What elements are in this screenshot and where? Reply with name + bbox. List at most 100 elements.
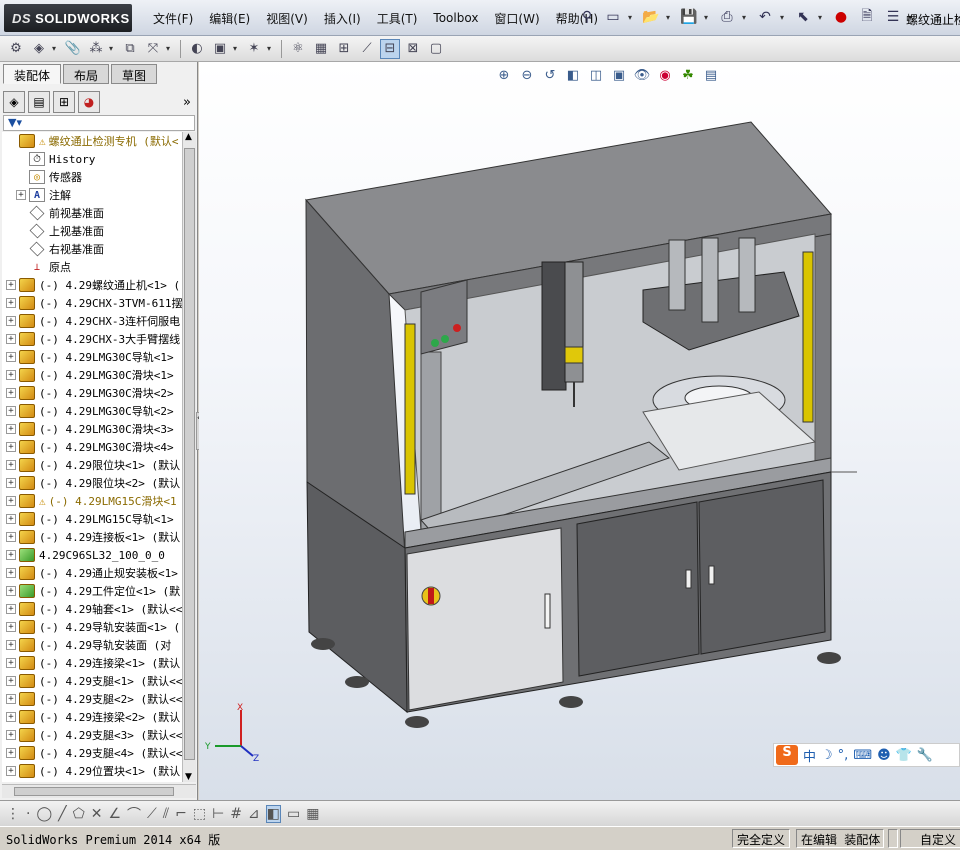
file-properties-icon[interactable]: 🗎	[856, 5, 878, 29]
tree-item[interactable]: 右视基准面	[2, 240, 182, 258]
expand-icon[interactable]: +	[6, 730, 16, 740]
sogou-logo-icon[interactable]: S	[776, 745, 798, 765]
bill-of-materials-icon[interactable]: ▦	[311, 39, 331, 59]
tree-item[interactable]: + (-) 4.29CHX-3TVM-611摆线	[2, 294, 182, 312]
insert-component-icon[interactable]: ◈	[29, 39, 49, 59]
tree-item[interactable]: + (-) 4.29导轨安装面 (对	[2, 636, 182, 654]
expand-icon[interactable]: +	[6, 568, 16, 578]
punctuation-icon[interactable]: °,	[838, 748, 849, 763]
options-icon[interactable]: ☰	[882, 5, 904, 29]
expand-icon[interactable]: +	[6, 622, 16, 632]
tab-layout[interactable]: 布局	[63, 64, 110, 84]
expand-icon[interactable]: +	[6, 334, 16, 344]
expand-icon[interactable]: +	[6, 748, 16, 758]
tree-item[interactable]: + (-) 4.29LMG30C滑块<1> (	[2, 366, 182, 384]
expand-icon[interactable]: +	[6, 316, 16, 326]
property-manager-icon[interactable]: ▤	[28, 91, 50, 113]
mate-icon[interactable]: 📎	[63, 39, 83, 59]
expand-icon[interactable]: +	[6, 496, 16, 506]
expand-icon[interactable]: +	[6, 532, 16, 542]
relation-icon[interactable]: ⊿	[248, 806, 260, 822]
tree-item[interactable]: + (-) 4.29限位块<2> (默认	[2, 474, 182, 492]
angle-icon[interactable]: ∠	[108, 806, 121, 822]
menu-window[interactable]: 窗口(W)	[486, 10, 547, 27]
expand-icon[interactable]: +	[6, 424, 16, 434]
tree-item[interactable]: + (-) 4.29连接梁<2> (默认	[2, 708, 182, 726]
display-manager-icon[interactable]: ◕	[78, 91, 100, 113]
assembly-features-icon[interactable]: ▣	[210, 39, 230, 59]
expand-icon[interactable]: +	[16, 190, 26, 200]
polygon-icon[interactable]: ⬠	[73, 806, 85, 822]
trim-icon[interactable]: ✕	[91, 806, 103, 822]
tree-item[interactable]: ◎ 传感器	[2, 168, 182, 186]
new-dropdown-icon[interactable]: ▾	[628, 13, 636, 22]
tree-item[interactable]: + (-) 4.29CHX-3大手臂摆线	[2, 330, 182, 348]
tree-item[interactable]: + A 注解	[2, 186, 182, 204]
edit-component-icon[interactable]: ⚙	[6, 39, 26, 59]
tree-item[interactable]: + (-) 4.29LMG15C导轨<1> (	[2, 510, 182, 528]
scroll-thumb[interactable]	[184, 148, 195, 760]
user-icon[interactable]: ☻	[877, 748, 891, 763]
menu-insert[interactable]: 插入(I)	[316, 10, 369, 27]
new-motion-study-icon[interactable]: ⚛	[288, 39, 308, 59]
fillet-icon[interactable]: ⌒	[127, 804, 141, 824]
open-dropdown-icon[interactable]: ▾	[666, 13, 674, 22]
select-dropdown-icon[interactable]: ▾	[818, 13, 826, 22]
tree-item[interactable]: + (-) 4.29支腿<1> (默认<<	[2, 672, 182, 690]
undo-dropdown-icon[interactable]: ▾	[780, 13, 788, 22]
window-grid-icon[interactable]: ▦	[306, 806, 319, 822]
explode-line-sketch-icon[interactable]: ⟋	[357, 39, 377, 59]
expand-icon[interactable]: +	[6, 388, 16, 398]
filter-icon[interactable]: ▼▾	[3, 115, 195, 131]
open-folder-icon[interactable]: 📂	[640, 5, 662, 29]
expand-icon[interactable]: +	[6, 478, 16, 488]
window-tile-icon[interactable]: ▭	[287, 806, 300, 822]
tree-item[interactable]: + (-) 4.29支腿<3> (默认<<	[2, 726, 182, 744]
tree-item[interactable]: ⏱ History	[2, 150, 182, 168]
insert-dropdown-icon[interactable]: ▾	[52, 44, 60, 53]
tree-item[interactable]: + (-) 4.29LMG30C滑块<3> (	[2, 420, 182, 438]
pin-icon[interactable]: ⚲	[576, 5, 598, 29]
keyboard-icon[interactable]: ⌨	[853, 748, 872, 763]
tree-item[interactable]: + (-) 4.29LMG30C导轨<1> (	[2, 348, 182, 366]
moon-icon[interactable]: ☽	[821, 748, 833, 763]
menu-toolbox[interactable]: Toolbox	[425, 11, 486, 25]
rebuild-traffic-light-icon[interactable]: ●	[830, 5, 852, 29]
shaded-view-icon[interactable]: ◧	[265, 804, 281, 823]
menu-file[interactable]: 文件(F)	[145, 10, 201, 27]
expand-icon[interactable]: +	[6, 712, 16, 722]
expand-icon[interactable]: +	[6, 658, 16, 668]
tree-item[interactable]: + (-) 4.29螺纹通止机<1> (	[2, 276, 182, 294]
grid-icon[interactable]: #	[230, 806, 242, 822]
move-component-icon[interactable]: ⤧	[143, 39, 163, 59]
new-document-icon[interactable]: ▭	[602, 5, 624, 29]
expand-icon[interactable]: +	[6, 550, 16, 560]
menu-view[interactable]: 视图(V)	[258, 10, 316, 27]
tree-item[interactable]: + (-) 4.29限位块<1> (默认	[2, 456, 182, 474]
undo-icon[interactable]: ↶	[754, 5, 776, 29]
more-tabs-icon[interactable]: »	[183, 95, 191, 110]
tree-item[interactable]: 上视基准面	[2, 222, 182, 240]
exploded-view-icon[interactable]: ⊞	[334, 39, 354, 59]
expand-icon[interactable]: +	[6, 406, 16, 416]
point-icon[interactable]: ·	[26, 806, 30, 822]
clearance-verification-icon[interactable]: ⊠	[403, 39, 423, 59]
expand-icon[interactable]: +	[6, 460, 16, 470]
tree-item[interactable]: + (-) 4.29位置块<1> (默认	[2, 762, 182, 780]
print-icon[interactable]: ⎙	[716, 5, 738, 29]
units-status[interactable]: 自定义	[900, 829, 960, 848]
linear-pattern-icon[interactable]: ⁂	[86, 39, 106, 59]
line-icon[interactable]: ╱	[58, 806, 66, 822]
menu-tools[interactable]: 工具(T)	[369, 10, 426, 27]
tree-item[interactable]: + (-) 4.29连接梁<1> (默认	[2, 654, 182, 672]
expand-icon[interactable]: +	[6, 676, 16, 686]
tree-item[interactable]: + (-) 4.29支腿<4> (默认<<	[2, 744, 182, 762]
hscroll-thumb[interactable]	[14, 787, 174, 796]
tree-item[interactable]: ⚠ 螺纹通止检测专机 (默认<	[2, 132, 182, 150]
tree-item[interactable]: + (-) 4.29工件定位<1> (默	[2, 582, 182, 600]
tree-item[interactable]: + (-) 4.29轴套<1> (默认<<	[2, 600, 182, 618]
dimension-icon[interactable]: ⊢	[212, 806, 224, 822]
chamfer-icon[interactable]: ⟋	[147, 806, 157, 822]
save-icon[interactable]: 💾	[678, 5, 700, 29]
scroll-down-icon[interactable]: ▼	[185, 772, 192, 782]
